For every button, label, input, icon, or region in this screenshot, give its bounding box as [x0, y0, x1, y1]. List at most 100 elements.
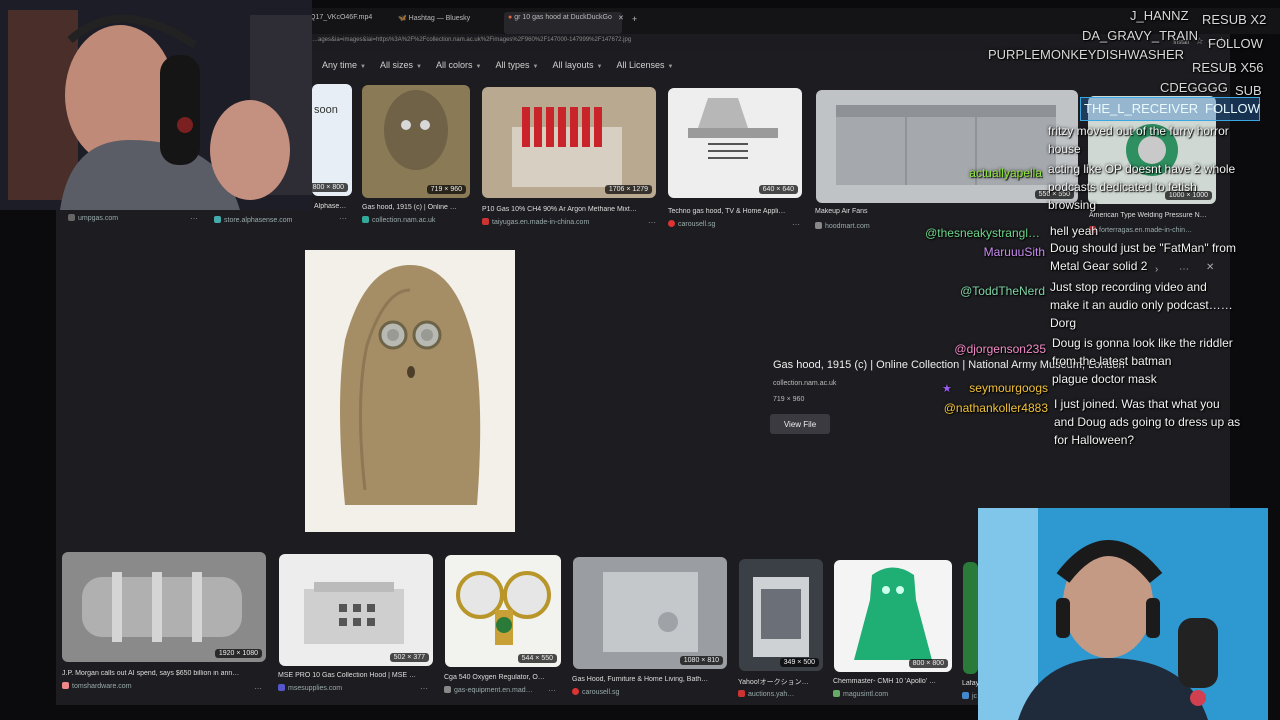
image-caption[interactable]: J.P. Morgan calls out AI spend, says $65… [62, 670, 268, 677]
image-caption[interactable]: Gas hood, 1915 (c) | Online … [362, 204, 472, 211]
tab-bluesky[interactable]: 🦋 Hashtag — Bluesky [398, 14, 498, 32]
image-result[interactable]: 544 × 550 [445, 555, 561, 667]
close-tab-icon[interactable]: ✕ [618, 14, 628, 32]
chat-line: podcasts dedicated to fetish [1048, 180, 1197, 194]
filter-time[interactable]: Any time ▼ [322, 60, 366, 70]
filter-size[interactable]: All sizes ▼ [380, 60, 422, 70]
new-tab-icon[interactable]: + [632, 14, 642, 32]
image-source-label: store.alphasense.com [224, 217, 293, 224]
tab-duckduckgo[interactable]: ● gr 10 gas hood at DuckDuckGo [504, 12, 622, 34]
oxygen-regulator-thumbnail [456, 571, 551, 645]
image-caption[interactable]: Yahoo!オークション… [738, 677, 824, 687]
image-source-label: msesupplies.com [288, 685, 343, 692]
chat-username: @nathankoller4883 [943, 401, 1048, 415]
image-caption[interactable]: Gas Hood, Furniture & Home Living, Bath… [572, 676, 728, 683]
image-source[interactable]: auctions.yah… [738, 690, 824, 698]
image-result[interactable]: 800 × 800 [834, 560, 952, 672]
filter-type[interactable]: All types ▼ [495, 60, 538, 70]
turbine-thumbnail [82, 572, 242, 642]
url-text[interactable]: …ages&ia=images&iai=https%3A%2F%2Fcollec… [312, 37, 631, 43]
image-source[interactable]: gas-equipment.en.mad… [444, 686, 554, 694]
image-caption[interactable]: P10 Gas 10% CH4 90% Ar Argon Methane Mix… [482, 206, 656, 213]
favicon-icon [738, 690, 745, 697]
image-source[interactable]: forterragas.en.made-in-chin… [1089, 226, 1223, 234]
more-options-icon[interactable]: ⋯ [254, 684, 262, 693]
image-source-label: carousell.sg [678, 221, 716, 228]
chat-line: Doug should just be "FatMan" from [1050, 241, 1236, 255]
image-caption[interactable]: Chemmaster- CMH 10 'Apollo' … [833, 678, 953, 685]
filter-layout[interactable]: All layouts ▼ [552, 60, 602, 70]
favicon-icon [572, 688, 579, 695]
event-user: J_HANNZ [1130, 8, 1189, 23]
image-source-label: tomshardware.com [72, 683, 132, 690]
more-options-icon[interactable]: ⋯ [420, 684, 428, 693]
detail-preview-image[interactable] [305, 250, 515, 532]
image-result[interactable]: soon 800 × 800 [312, 84, 352, 196]
image-result[interactable]: 640 × 640 [668, 88, 802, 198]
more-options-icon[interactable]: ⋯ [548, 686, 556, 695]
event-action: RESUB X2 [1202, 12, 1267, 27]
chat-username: @djorgenson235 [954, 342, 1046, 356]
more-options-icon[interactable]: ⋯ [792, 220, 800, 229]
image-size-badge: 502 × 377 [389, 653, 429, 662]
favicon-icon [214, 216, 221, 223]
image-result[interactable]: 1706 × 1279 [482, 87, 656, 198]
image-source[interactable]: msesupplies.com [278, 684, 398, 692]
image-caption[interactable]: Alphase… [314, 203, 354, 210]
image-result[interactable] [963, 562, 978, 674]
image-result[interactable]: 349 × 500 [739, 559, 823, 671]
image-caption[interactable]: MSE PRO 10 Gas Collection Hood | MSE … [278, 672, 434, 679]
chat-message: Doug should just be "FatMan" from Metal … [1050, 239, 1236, 275]
image-source[interactable]: magusintl.com [833, 690, 943, 698]
image-result[interactable]: 550 × 550 [816, 90, 1078, 203]
image-source[interactable]: carousell.sg [572, 688, 692, 696]
detail-dimensions: 719 × 960 [773, 396, 805, 403]
detail-source[interactable]: collection.nam.ac.uk [773, 380, 836, 387]
chevron-down-icon: ▼ [596, 64, 603, 70]
image-source[interactable]: umpgas.com [68, 214, 168, 222]
chevron-down-icon: ▼ [416, 64, 422, 70]
image-source[interactable]: carousell.sg [668, 220, 788, 228]
image-source[interactable]: store.alphasense.com [214, 216, 324, 224]
image-source-label: hoodmart.com [825, 223, 870, 230]
gas-hood-image [340, 265, 481, 505]
image-caption[interactable]: Techno gas hood, TV & Home Appli… [668, 208, 804, 215]
more-options-icon[interactable]: ⋯ [339, 214, 347, 223]
chat-username: MaruuuSith [983, 245, 1045, 259]
filter-label: Any time [322, 60, 358, 70]
image-source[interactable]: taiyugas.en.made-in-china.com [482, 218, 642, 226]
event-user: PURPLEMONKEYDISHWASHER [988, 47, 1184, 62]
image-size-badge: 1706 × 1279 [604, 185, 652, 194]
filter-color[interactable]: All colors ▼ [436, 60, 481, 70]
image-caption[interactable]: Cga 540 Oxygen Regulator, O… [444, 674, 562, 681]
image-result[interactable]: 502 × 377 [279, 554, 433, 666]
image-caption[interactable]: Makeup Air Fans [815, 208, 935, 215]
filter-label: All Licenses [616, 60, 665, 70]
event-user: DA_GRAVY_TRAIN [1082, 28, 1199, 43]
chat-line: browsing [1048, 198, 1097, 212]
chat-line: and Doug ads going to dress up as [1054, 415, 1241, 429]
guest-webcam-feed [978, 508, 1268, 720]
image-source[interactable]: collection.nam.ac.uk [362, 216, 462, 224]
image-source-label: gas-equipment.en.mad… [454, 687, 533, 694]
chat-line: hell yeah [1050, 224, 1099, 238]
image-source[interactable]: tomshardware.com [62, 682, 212, 690]
image-result[interactable]: 1080 × 810 [573, 557, 727, 669]
range-hood-thumbnail [688, 98, 778, 159]
image-source-label: collection.nam.ac.uk [372, 217, 436, 224]
image-size-badge: 349 × 500 [779, 658, 819, 667]
image-source-label: taiyugas.en.made-in-china.com [492, 219, 590, 226]
favicon-icon [362, 216, 369, 223]
green-hood-thumbnail [854, 567, 932, 660]
chat-line: from the latest batman [1052, 354, 1172, 368]
image-result[interactable]: 719 × 960 [362, 85, 470, 198]
more-options-icon[interactable]: ⋯ [190, 214, 198, 223]
filter-license[interactable]: All Licenses ▼ [616, 60, 673, 70]
tab-video[interactable]: Q17_VKcO46F.mp4 [310, 14, 390, 32]
image-source-label: umpgas.com [78, 215, 119, 222]
image-result[interactable]: 1920 × 1080 [62, 552, 266, 662]
more-options-icon[interactable]: ⋯ [648, 218, 656, 227]
tab-bluesky-label: Hashtag — Bluesky [408, 15, 471, 22]
image-source-label: carousell.sg [582, 689, 620, 696]
view-file-button[interactable]: View File [770, 414, 830, 434]
